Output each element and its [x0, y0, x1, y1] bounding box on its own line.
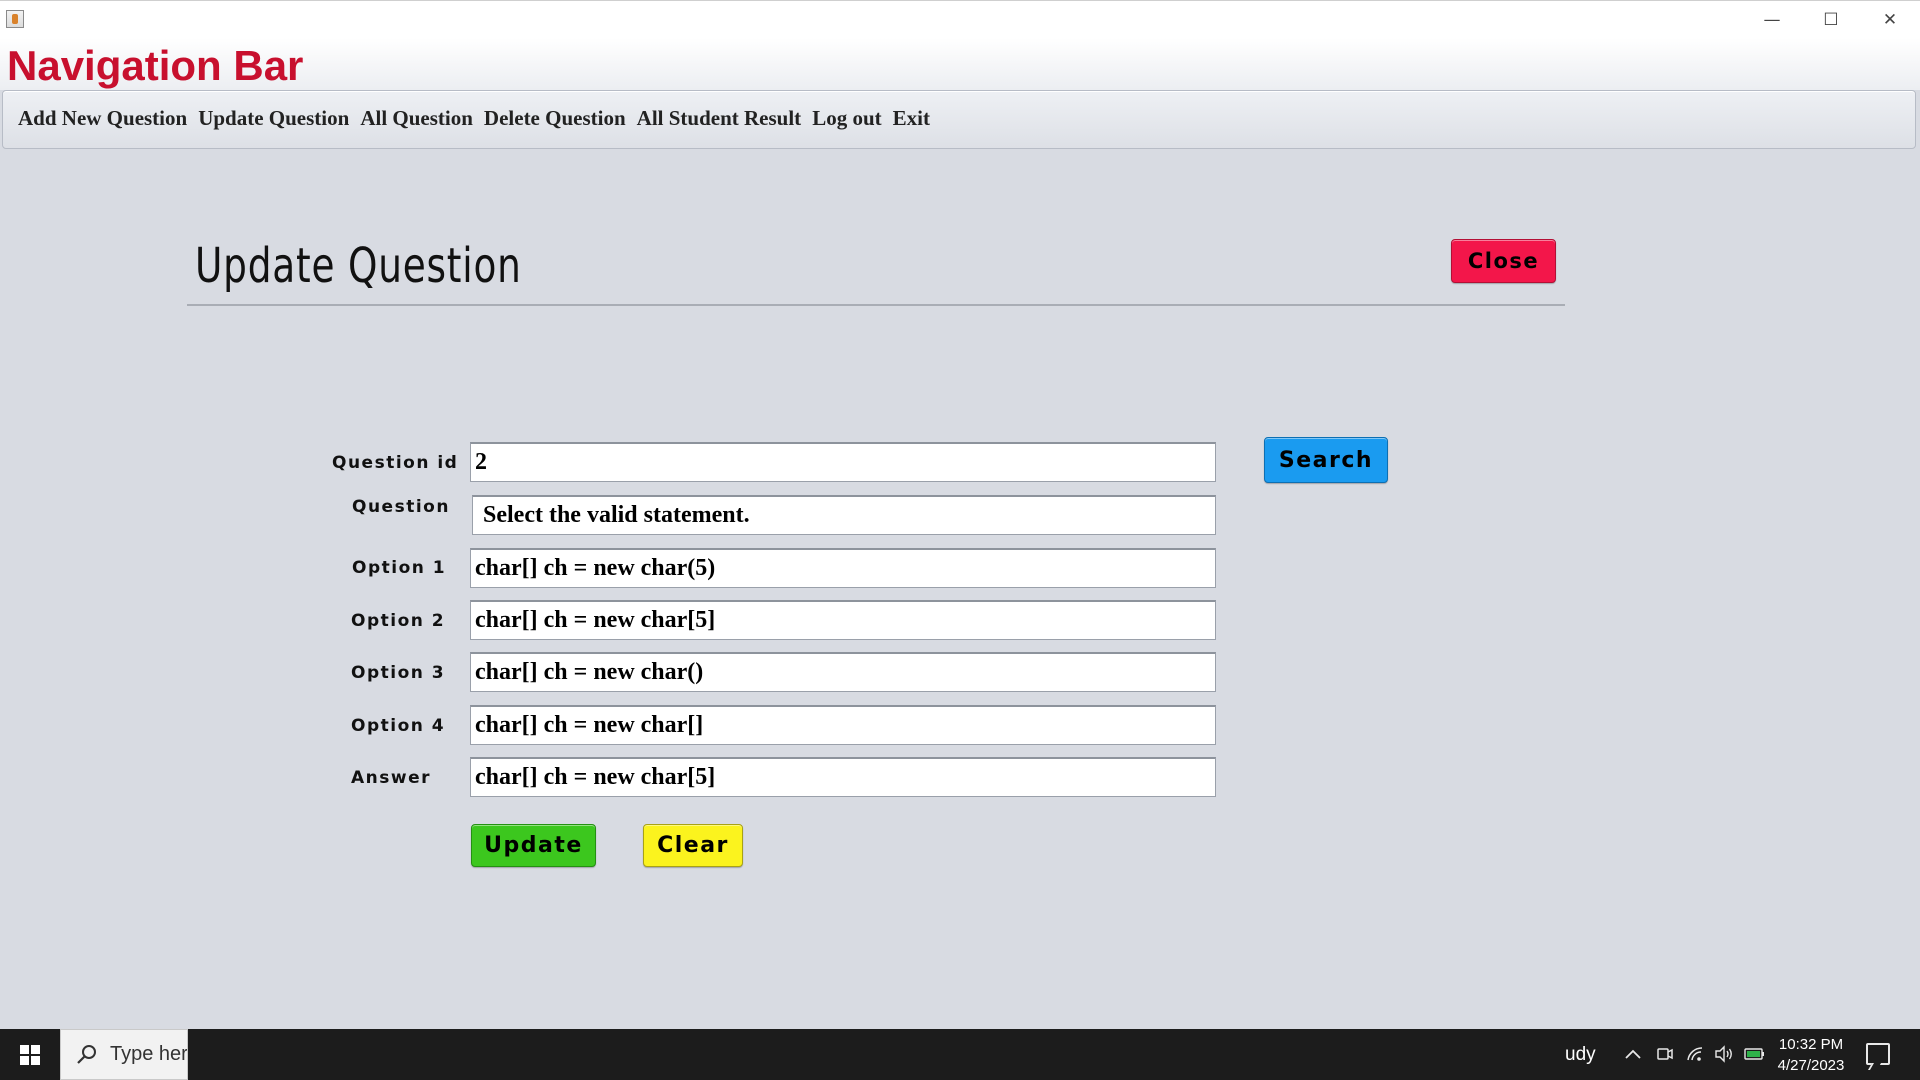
option-3-label: Option 3 [351, 663, 446, 683]
java-app-icon [6, 10, 24, 28]
close-button[interactable]: Close [1451, 239, 1556, 283]
battery-icon[interactable] [1744, 1046, 1766, 1062]
option-4-label: Option 4 [351, 716, 446, 736]
option-1-input[interactable] [470, 548, 1216, 588]
option-2-input[interactable] [470, 600, 1216, 640]
menu-exit[interactable]: Exit [893, 106, 930, 131]
search-button[interactable]: Search [1264, 437, 1388, 483]
menu-all-student-result[interactable]: All Student Result [637, 106, 802, 131]
notification-icon[interactable] [1866, 1043, 1890, 1065]
windows-logo-icon [20, 1044, 40, 1065]
title-divider [187, 304, 1565, 306]
menu-delete-question[interactable]: Delete Question [484, 106, 626, 131]
menu-add-new-question[interactable]: Add New Question [18, 106, 187, 131]
menu-all-question[interactable]: All Question [360, 106, 473, 131]
search-icon [77, 1045, 96, 1064]
clear-button[interactable]: Clear [643, 824, 743, 867]
option-4-input[interactable] [470, 705, 1216, 745]
window-title-bar: — ☐ ✕ [0, 0, 1920, 38]
answer-input[interactable] [470, 757, 1216, 797]
question-label: Question [352, 497, 450, 517]
answer-label: Answer [351, 768, 431, 788]
update-button[interactable]: Update [471, 824, 596, 867]
app-header: Navigation Bar [0, 38, 1920, 90]
taskbar-search-box[interactable]: Type here [60, 1029, 188, 1080]
question-id-label: Question id [332, 453, 459, 473]
option-3-input[interactable] [470, 652, 1216, 692]
chevron-up-icon[interactable] [1624, 1047, 1642, 1061]
clock-time: 10:32 PM [1778, 1036, 1844, 1053]
meet-now-icon[interactable] [1656, 1045, 1674, 1063]
navigation-bar-title: Navigation Bar [7, 42, 304, 89]
menu-update-question[interactable]: Update Question [198, 106, 349, 131]
taskbar-clock[interactable]: 10:32 PM 4/27/2023 [1768, 1034, 1854, 1076]
menu-bar: Add New Question Update Question All Que… [2, 90, 1916, 149]
close-window-icon[interactable]: ✕ [1861, 1, 1919, 39]
clock-date: 4/27/2023 [1777, 1057, 1845, 1074]
maximize-icon[interactable]: ☐ [1802, 1, 1860, 39]
option-2-label: Option 2 [351, 611, 446, 631]
start-button[interactable] [0, 1029, 60, 1080]
question-input[interactable] [472, 495, 1216, 535]
option-1-label: Option 1 [352, 558, 447, 578]
taskbar: Type here udy 10:32 PM 4/27/2023 [0, 1029, 1920, 1080]
minimize-icon[interactable]: — [1743, 1, 1801, 39]
volume-icon[interactable] [1714, 1045, 1734, 1063]
search-placeholder: Type here [110, 1043, 188, 1065]
tray-partial-text: udy [1565, 1044, 1596, 1065]
page-title: Update Question [195, 238, 522, 294]
wifi-icon[interactable] [1686, 1045, 1704, 1063]
menu-log-out[interactable]: Log out [812, 106, 881, 131]
question-id-input[interactable] [470, 442, 1216, 482]
